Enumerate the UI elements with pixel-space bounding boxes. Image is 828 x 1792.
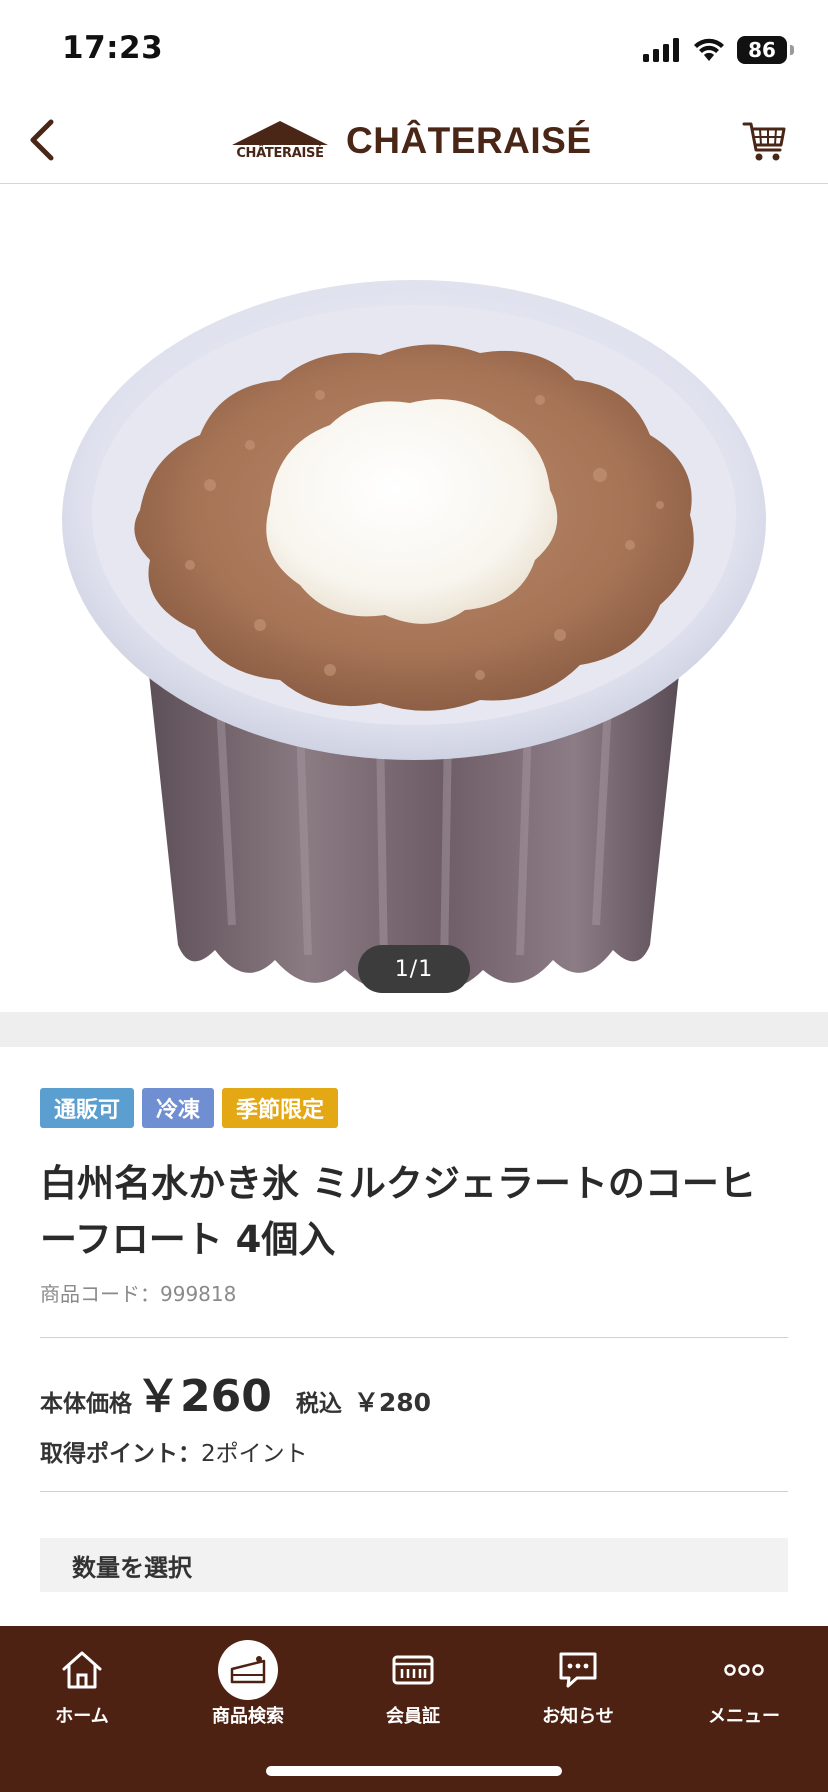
bottom-navigation: ホーム 商品検索 会員証 お知らせ メニュー <box>0 1626 828 1792</box>
chevron-left-icon <box>30 119 54 161</box>
nav-member-card[interactable]: 会員証 <box>343 1626 483 1746</box>
price-block: 本体価格 ￥260 税込 ￥280 <box>40 1360 788 1424</box>
battery-icon: 86 <box>737 36 787 64</box>
nav-menu-label: メニュー <box>708 1706 780 1727</box>
cart-button[interactable] <box>742 118 788 164</box>
points-value: 2ポイント <box>201 1441 308 1467</box>
section-divider <box>0 1012 828 1047</box>
back-button[interactable] <box>18 116 66 164</box>
member-card-icon <box>392 1655 434 1685</box>
status-icons: 86 <box>643 34 794 66</box>
product-image-carousel[interactable]: 1/1 <box>0 185 828 1012</box>
nav-menu[interactable]: メニュー <box>674 1626 814 1746</box>
product-info: 通販可 冷凍 季節限定 白州名水かき氷 ミルクジェラートのコーヒーフロート 4個… <box>40 1088 788 1338</box>
product-code: 商品コード：999818 <box>40 1282 237 1306</box>
status-time: 17:23 <box>62 30 164 66</box>
nav-member-card-label: 会員証 <box>386 1706 440 1727</box>
product-title: 白州名水かき氷 ミルクジェラートのコーヒーフロート 4個入 <box>40 1162 756 1261</box>
chat-icon <box>559 1652 597 1688</box>
brand-logo: CHÂTERAISÉ CHÂTERAISÉ <box>228 116 592 166</box>
logo-wordmark: CHÂTERAISÉ <box>346 120 592 161</box>
home-icon <box>62 1651 102 1689</box>
nav-active-indicator <box>218 1640 278 1700</box>
nav-product-search[interactable]: 商品検索 <box>178 1626 318 1746</box>
points-row: 取得ポイント：2ポイント <box>40 1434 308 1468</box>
more-icon <box>724 1664 764 1676</box>
quantity-label: 数量を選択 <box>72 1553 192 1582</box>
logo-mark: CHÂTERAISÉ <box>228 119 332 163</box>
divider <box>40 1491 788 1492</box>
points-label: 取得ポイント： <box>40 1441 201 1467</box>
battery-level: 86 <box>748 38 776 62</box>
tag-mail-order: 通販可 <box>40 1088 135 1128</box>
tax-label: 税込 <box>295 1391 342 1417</box>
nav-notifications-label: お知らせ <box>542 1706 614 1727</box>
price-value: ￥260 <box>136 1371 272 1422</box>
cart-icon <box>742 122 786 161</box>
roof-icon <box>232 121 328 145</box>
image-counter: 1/1 <box>358 945 470 993</box>
status-bar: 17:23 86 <box>0 0 828 100</box>
wifi-icon <box>694 38 724 61</box>
signal-icon <box>643 38 679 62</box>
price-label: 本体価格 <box>40 1391 132 1417</box>
battery-tip <box>790 45 794 55</box>
quantity-selector[interactable]: 数量を選択 <box>40 1538 788 1592</box>
nav-product-search-label: 商品検索 <box>212 1706 284 1727</box>
tax-included-price: ￥280 <box>353 1388 432 1417</box>
app-header: CHÂTERAISÉ CHÂTERAISÉ <box>0 100 828 184</box>
product-tags: 通販可 冷凍 季節限定 <box>40 1088 788 1128</box>
cake-icon <box>230 1656 266 1684</box>
product-image <box>62 280 766 989</box>
logo-mark-text: CHÂTERAISÉ <box>236 146 324 161</box>
home-indicator[interactable] <box>266 1766 562 1776</box>
nav-home[interactable]: ホーム <box>12 1626 152 1746</box>
tag-seasonal: 季節限定 <box>222 1088 339 1128</box>
nav-notifications[interactable]: お知らせ <box>508 1626 648 1746</box>
tag-frozen: 冷凍 <box>142 1088 215 1128</box>
divider <box>40 1337 788 1338</box>
nav-home-label: ホーム <box>55 1706 109 1727</box>
